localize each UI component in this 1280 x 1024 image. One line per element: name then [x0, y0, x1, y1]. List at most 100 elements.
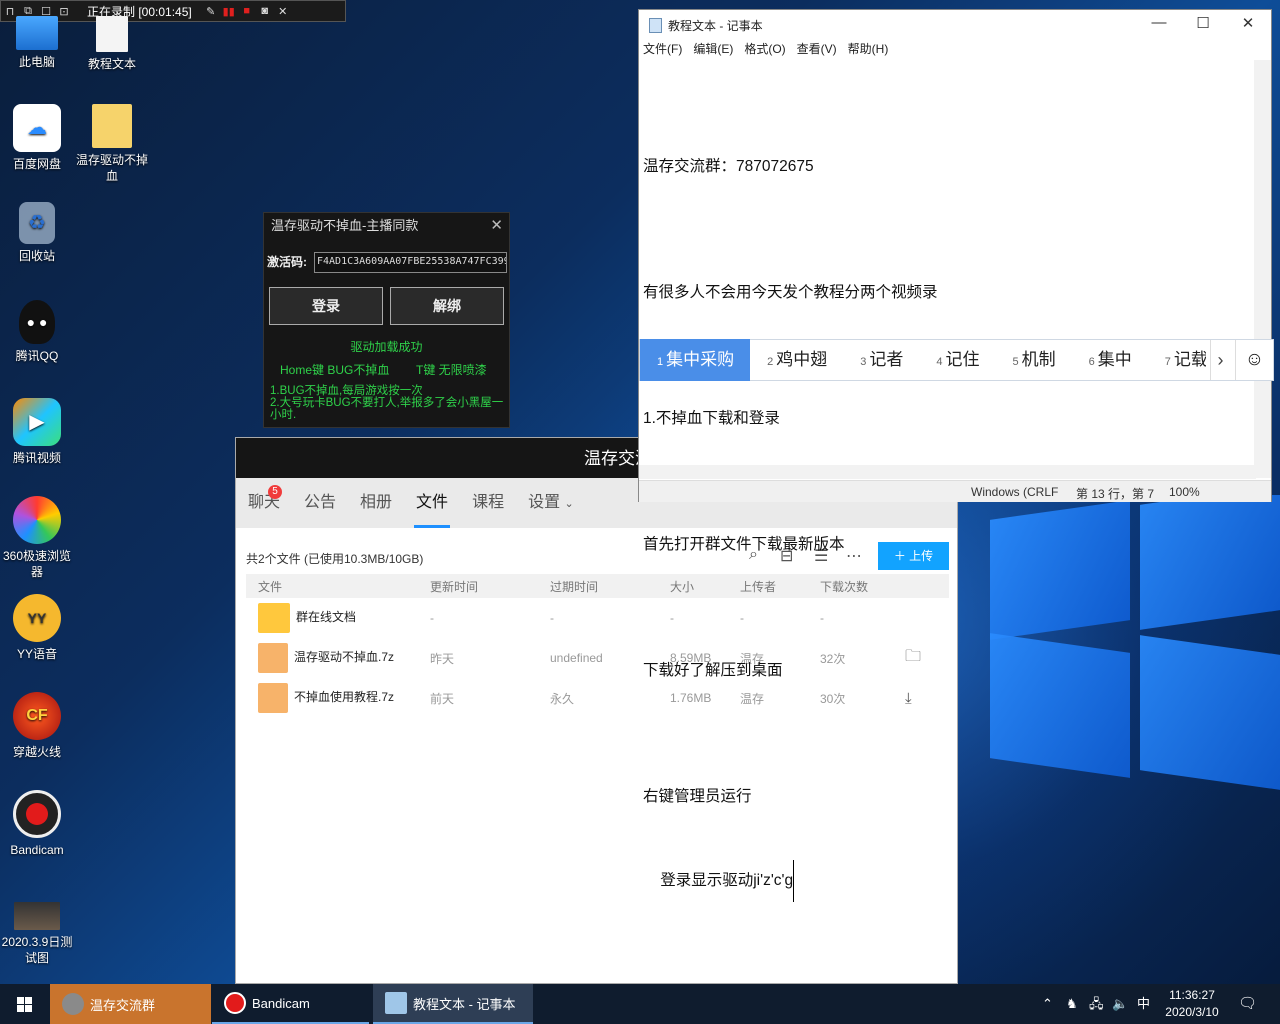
ime-candidate[interactable]: 2 鸡中翅 [750, 339, 843, 381]
driver-tool-window: 温存驱动不掉血-主播同款 ✕ 激活码: F4AD1C3A609AA07FBE25… [263, 212, 510, 428]
desktop-icon-label: YY语音 [16, 647, 57, 661]
minimize-button[interactable]: — [1136, 14, 1182, 31]
file-name[interactable]: 温存驱动不掉血.7z [294, 650, 394, 664]
activation-code-input[interactable]: F4AD1C3A609AA07FBE25538A747FC399 [314, 252, 507, 273]
desktop-icon-label: 2020.3.9日测试图 [1, 935, 73, 965]
expires-cell: undefined [550, 651, 603, 665]
tab-label: 设置 [528, 494, 561, 511]
chevron-up-icon[interactable]: ⌃ [1042, 984, 1053, 1024]
chevron-down-icon: ⌄ [564, 498, 574, 510]
chevron-right-icon[interactable]: › [1210, 340, 1230, 380]
desktop-icon-label: Bandicam [10, 843, 64, 857]
tab-files[interactable]: 文件 [414, 478, 451, 528]
volume-icon[interactable]: 🔈 [1112, 984, 1128, 1024]
ime-candidate[interactable]: 3 记者 [843, 339, 919, 381]
desktop-icon-tutorial-text[interactable]: 教程文本 [75, 16, 149, 72]
desktop-icon-qq[interactable]: ● ● 腾讯QQ [0, 300, 74, 364]
tray-app-icon[interactable]: ♞ [1066, 984, 1078, 1024]
note-2: 2.大号玩卡BUG不要打人,举报多了会小黑屋一小时. [270, 397, 504, 421]
horizontal-scrollbar[interactable] [639, 465, 1256, 479]
taskbar-item-notepad[interactable]: 教程文本 - 记事本 [373, 984, 533, 1024]
col-expires[interactable]: 过期时间 [538, 574, 658, 598]
desktop-icon-recycle-bin[interactable]: ♻ 回收站 [0, 202, 74, 264]
updated-cell: - [430, 611, 434, 625]
ime-indicator[interactable]: 中 [1137, 984, 1150, 1024]
taskbar-item-bandicam[interactable]: Bandicam [212, 984, 369, 1024]
close-icon[interactable]: ✕ [274, 5, 292, 18]
close-icon[interactable]: ✕ [490, 216, 503, 234]
expires-cell: 永久 [550, 691, 575, 706]
text-line: 首先打开群文件下载最新版本 [643, 536, 845, 553]
notification-icon[interactable]: 🗨 [1238, 984, 1257, 1024]
clock[interactable]: 11:36:27 2020/3/10 [1160, 987, 1224, 1021]
text-line: 登录显示驱动ji'z'c'g [660, 860, 795, 902]
start-button[interactable] [0, 984, 48, 1024]
network-icon[interactable]: 🖧 [1089, 984, 1104, 1024]
menu-view[interactable]: 查看(V) [797, 40, 837, 60]
updated-cell: 前天 [430, 691, 455, 706]
vertical-scrollbar[interactable] [1254, 60, 1271, 478]
tab-announcement[interactable]: 公告 [304, 478, 336, 528]
text-line: 下载好了解压到桌面 [643, 662, 783, 679]
menu-file[interactable]: 文件(F) [643, 40, 682, 60]
notepad-statusbar: Windows (CRLF 第 13 行，第 7 100% [639, 480, 1271, 502]
text-line: 有很多人不会用今天发个教程分两个视频录 [643, 284, 938, 301]
ime-candidate[interactable]: 1 集中采购 [640, 339, 751, 381]
tab-chat[interactable]: 聊天 5 [248, 478, 282, 528]
folder-icon [92, 104, 132, 148]
notepad-text-area[interactable]: 温存交流群：787072675 有很多人不会用今天发个教程分两个视频录 1.不掉… [643, 62, 938, 944]
pencil-icon[interactable]: ✎ [202, 5, 220, 18]
ime-candidate[interactable]: 5 机制 [996, 339, 1072, 381]
menu-help[interactable]: 帮助(H) [848, 40, 889, 60]
hint-t-key: T键 无限喷漆 [416, 363, 487, 377]
desktop-icon-folder[interactable]: 温存驱动不掉血 [75, 104, 149, 184]
login-button[interactable]: 登录 [269, 287, 383, 325]
hint-home-key: Home键 BUG不掉血 [280, 363, 390, 377]
menu-format[interactable]: 格式(O) [744, 40, 785, 60]
desktop-icon-yy[interactable]: YY YY语音 [0, 594, 74, 662]
recycle-bin-icon: ♻ [19, 202, 55, 244]
desktop-icon-baidu-netdisk[interactable]: ☁ 百度网盘 [0, 104, 74, 172]
zip-file-icon [258, 643, 288, 673]
stop-icon[interactable]: ■ [238, 5, 256, 17]
file-name[interactable]: 群在线文档 [296, 610, 356, 624]
desktop-icon-test-image[interactable]: 2020.3.9日测试图 [0, 902, 74, 966]
pause-icon[interactable]: ▮▮ [220, 5, 238, 18]
maximize-button[interactable]: ☐ [1180, 14, 1226, 32]
desktop-icon-label: 穿越火线 [12, 745, 61, 759]
taskbar-item-label: 教程文本 - 记事本 [413, 996, 516, 1012]
tab-courses[interactable]: 课程 [472, 478, 504, 528]
ime-candidate[interactable]: 6 集中 [1072, 339, 1148, 381]
taskbar-item-qq-group[interactable]: 温存交流群 [50, 984, 211, 1024]
file-name[interactable]: 不掉血使用教程.7z [294, 690, 394, 704]
desktop-icon-label: 回收站 [18, 249, 55, 263]
candidate-number: 1 [657, 356, 664, 368]
candidate-text: 记住 [945, 350, 980, 369]
notepad-titlebar: 教程文本 - 记事本 — ☐ ✕ [639, 10, 1271, 40]
desktop-icon-360-browser[interactable]: 360极速浏览器 [0, 496, 74, 580]
chat-unread-badge: 5 [268, 485, 282, 499]
status-zoom: 100% [1169, 485, 1200, 499]
desktop-icon-tencent-video[interactable]: ▶ 腾讯视频 [0, 398, 74, 466]
file-name-cell: 温存驱动不掉血.7z [246, 638, 418, 678]
taskbar: 温存交流群 Bandicam 教程文本 - 记事本 ⌃ ♞ 🖧 🔈 中 11:3… [0, 984, 1280, 1024]
unbind-button[interactable]: 解绑 [390, 287, 504, 325]
ime-candidate[interactable]: 4 记住 [919, 339, 995, 381]
desktop-icon-bandicam[interactable]: Bandicam [0, 790, 74, 858]
windows-logo-icon [16, 996, 32, 1012]
col-file[interactable]: 文件 [246, 574, 418, 598]
desktop-icon-computer[interactable]: 此电脑 [0, 16, 74, 70]
notepad-window: 教程文本 - 记事本 — ☐ ✕ 文件(F) 编辑(E) 格式(O) 查看(V)… [638, 9, 1272, 902]
tab-album[interactable]: 相册 [360, 478, 392, 528]
status-position: 第 13 行，第 7 [1076, 487, 1155, 501]
tab-settings[interactable]: 设置 ⌄ [528, 478, 574, 528]
desktop-icon-crossfire[interactable]: CF 穿越火线 [0, 692, 74, 760]
close-button[interactable]: ✕ [1225, 14, 1271, 32]
menu-edit[interactable]: 编辑(E) [693, 40, 733, 60]
wallpaper-windows-logo [960, 495, 1280, 985]
ime-candidate[interactable]: 7 记载 [1148, 339, 1206, 381]
candidate-number: 5 [1012, 356, 1019, 368]
camera-icon[interactable]: ◙ [256, 5, 274, 17]
col-updated[interactable]: 更新时间 [418, 574, 538, 598]
emoji-icon[interactable]: ☺ [1235, 340, 1273, 380]
